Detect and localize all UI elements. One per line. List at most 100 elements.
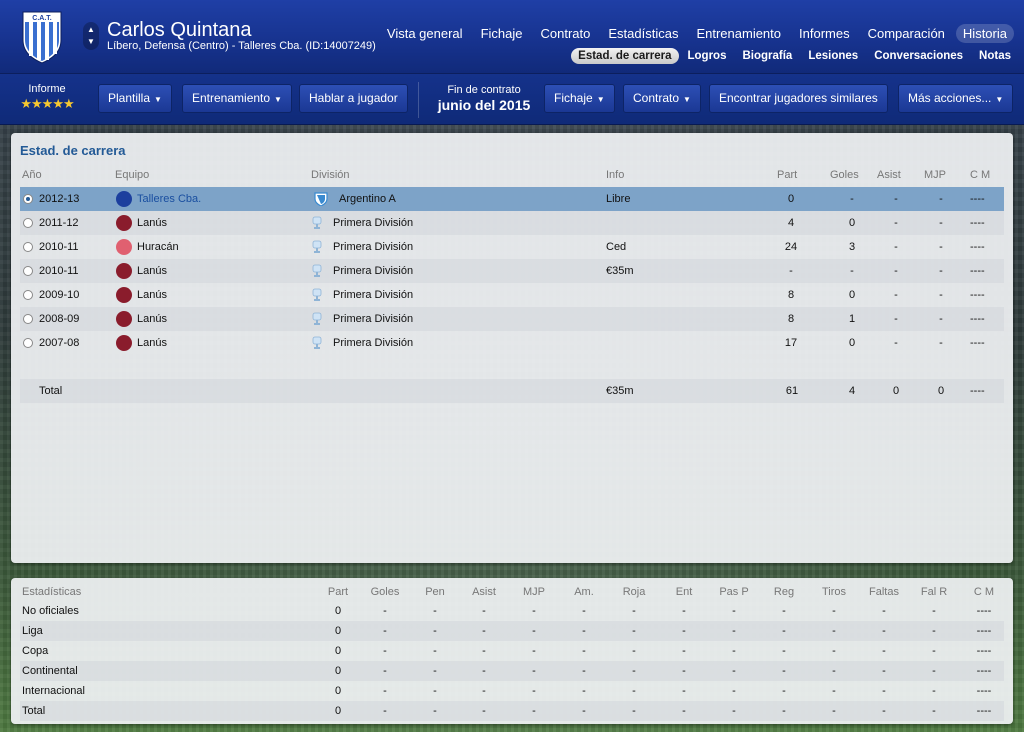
stats-cell: 0: [334, 645, 342, 657]
col-cm[interactable]: C M: [970, 169, 990, 181]
league-trophy-icon: [312, 240, 322, 253]
row-team[interactable]: Lanús: [137, 283, 167, 307]
row-select-radio[interactable]: [23, 290, 33, 300]
subnav-biografia[interactable]: Biografía: [735, 48, 799, 64]
stats-col-header[interactable]: C M: [962, 586, 1006, 598]
stats-col-header[interactable]: Reg: [762, 586, 806, 598]
mas-acciones-label: Más acciones...: [908, 91, 992, 105]
row-team[interactable]: Lanús: [137, 307, 167, 331]
nav-contrato[interactable]: Contrato: [533, 24, 597, 43]
row-select-radio[interactable]: [23, 314, 33, 324]
row-team[interactable]: Lanús: [137, 331, 167, 355]
action-toolbar: Informe ★★★★★ Plantilla ▼ Entrenamiento ▼ …: [0, 74, 1024, 125]
stats-col-header[interactable]: Faltas: [862, 586, 906, 598]
nav-vista-general[interactable]: Vista general: [380, 24, 470, 43]
row-year: 2011-12: [39, 217, 79, 229]
row-select-radio[interactable]: [23, 338, 33, 348]
stats-col-header[interactable]: Pen: [413, 586, 457, 598]
report-rating[interactable]: Informe ★★★★★: [12, 83, 82, 112]
row-team[interactable]: Lanús: [137, 259, 167, 283]
career-row[interactable]: 2011-12 Lanús Primera División 4 0- - ----: [20, 211, 1004, 235]
player-subtitle: Líbero, Defensa (Centro) - Talleres Cba.…: [107, 40, 376, 52]
nav-historia[interactable]: Historia: [955, 24, 1014, 43]
row-team[interactable]: Lanús: [137, 211, 167, 235]
player-navigation-arrows[interactable]: ▲ ▼: [83, 22, 99, 50]
row-division[interactable]: Primera División: [333, 235, 413, 259]
row-select-radio[interactable]: [23, 194, 33, 204]
row-division[interactable]: Argentino A: [339, 187, 396, 211]
row-cm: ----: [970, 337, 985, 349]
row-part: 17: [784, 337, 798, 349]
career-row[interactable]: 2008-09 Lanús Primera División 8 1- - ----: [20, 307, 1004, 331]
stats-col-header[interactable]: Am.: [562, 586, 606, 598]
nav-fichaje[interactable]: Fichaje: [474, 24, 530, 43]
row-select-radio[interactable]: [23, 266, 33, 276]
col-mjp[interactable]: MJP: [924, 169, 946, 181]
stats-cell: -: [383, 685, 387, 697]
mas-acciones-button[interactable]: Más acciones... ▼: [898, 84, 1014, 113]
stats-cell: -: [832, 665, 836, 677]
stats-col-header[interactable]: Ent: [662, 586, 706, 598]
chevron-down-icon: ▼: [995, 95, 1004, 104]
nav-entrenamiento[interactable]: Entrenamiento: [689, 24, 788, 43]
row-asist: -: [894, 265, 898, 277]
col-asist[interactable]: Asist: [877, 169, 901, 181]
nav-estadisticas[interactable]: Estadísticas: [601, 24, 685, 43]
stats-row: Liga 0- - - - - - - - - - - - ----: [20, 621, 1004, 641]
row-division[interactable]: Primera División: [333, 283, 413, 307]
jugadores-similares-button[interactable]: Encontrar jugadores similares: [709, 84, 888, 113]
row-division[interactable]: Primera División: [333, 331, 413, 355]
stats-cell: -: [532, 625, 536, 637]
stats-col-header[interactable]: Pas P: [712, 586, 756, 598]
stats-row: Continental 0- - - - - - - - - - - - ----: [20, 661, 1004, 681]
row-division[interactable]: Primera División: [333, 259, 413, 283]
stats-col-header[interactable]: Part: [316, 586, 360, 598]
stats-cell: -: [632, 685, 636, 697]
subnav-conversaciones[interactable]: Conversaciones: [867, 48, 970, 64]
career-row[interactable]: 2010-11 Huracán Primera División Ced 24 3- - --…: [20, 235, 1004, 259]
col-goles[interactable]: Goles: [830, 169, 859, 181]
stats-cell: -: [433, 705, 437, 717]
stats-col-header[interactable]: Roja: [612, 586, 656, 598]
club-badge-icon: [116, 215, 132, 231]
row-select-radio[interactable]: [23, 242, 33, 252]
stats-col-header[interactable]: MJP: [512, 586, 556, 598]
stats-cell: -: [433, 665, 437, 677]
stats-col-header[interactable]: Tiros: [812, 586, 856, 598]
subnav-logros[interactable]: Logros: [681, 48, 734, 64]
subnav-notas[interactable]: Notas: [972, 48, 1018, 64]
league-trophy-icon: [312, 216, 322, 229]
nav-comparacion[interactable]: Comparación: [861, 24, 952, 43]
row-select-radio[interactable]: [23, 218, 33, 228]
career-row[interactable]: 2010-11 Lanús Primera División €35m - - - - ----: [20, 259, 1004, 283]
col-part[interactable]: Part: [777, 169, 797, 181]
contrato-button[interactable]: Contrato ▼: [623, 84, 701, 113]
row-division[interactable]: Primera División: [333, 211, 413, 235]
career-row[interactable]: 2009-10 Lanús Primera División 8 0- - ----: [20, 283, 1004, 307]
subnav-lesiones[interactable]: Lesiones: [801, 48, 865, 64]
col-division[interactable]: División: [311, 169, 350, 181]
row-division[interactable]: Primera División: [333, 307, 413, 331]
subnav-estad-carrera[interactable]: Estad. de carrera: [571, 48, 679, 64]
col-team[interactable]: Equipo: [115, 169, 149, 181]
stats-cell: ----: [976, 705, 992, 717]
row-team[interactable]: Talleres Cba.: [137, 187, 201, 211]
row-team[interactable]: Huracán: [137, 235, 179, 259]
hablar-button[interactable]: Hablar a jugador: [299, 84, 408, 113]
col-year[interactable]: Año: [22, 169, 42, 181]
stats-col-header[interactable]: Asist: [462, 586, 506, 598]
stats-col-header[interactable]: Fal R: [912, 586, 956, 598]
career-row[interactable]: 2012-13 Talleres Cba. Argentino A Libre 0- - -…: [20, 187, 1004, 211]
stats-cell: -: [383, 705, 387, 717]
nav-informes[interactable]: Informes: [792, 24, 857, 43]
stats-cell: -: [482, 705, 486, 717]
col-info[interactable]: Info: [606, 169, 624, 181]
entrenamiento-button[interactable]: Entrenamiento ▼: [182, 84, 292, 113]
stats-cell: -: [682, 665, 686, 677]
fichaje-button[interactable]: Fichaje ▼: [544, 84, 615, 113]
plantilla-button[interactable]: Plantilla ▼: [98, 84, 172, 113]
stats-col-header[interactable]: Goles: [363, 586, 407, 598]
career-row[interactable]: 2007-08 Lanús Primera División 17 0- - ----: [20, 331, 1004, 355]
stats-row: Total 0- - - - - - - - - - - - ----: [20, 701, 1004, 721]
stats-col-header[interactable]: Estadísticas: [22, 586, 81, 598]
